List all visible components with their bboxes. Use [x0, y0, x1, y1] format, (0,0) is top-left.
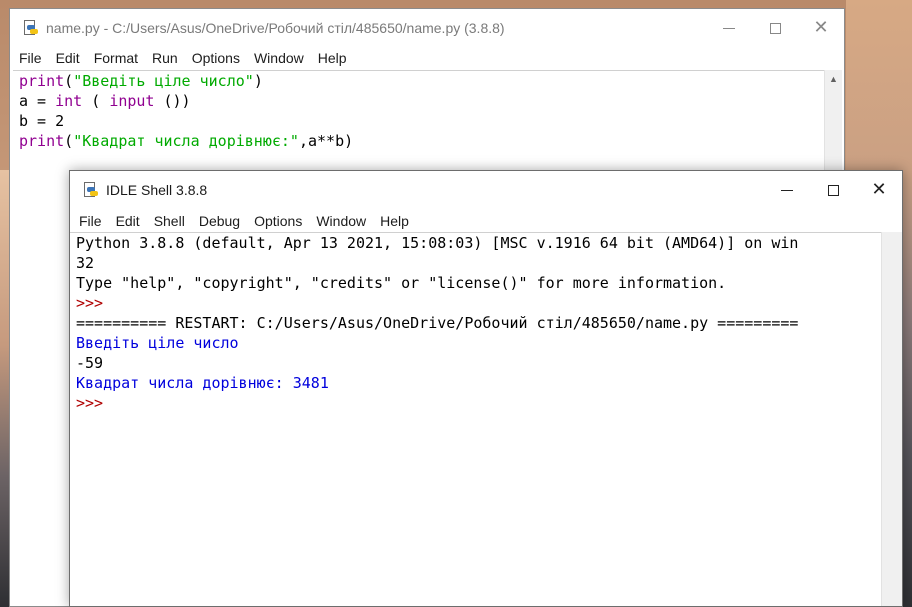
shell-menubar: File Edit Shell Debug Options Window Hel… [70, 210, 902, 232]
code-token: ) [253, 72, 263, 90]
close-icon: ✕ [813, 17, 829, 38]
editor-menu-edit[interactable]: Edit [48, 50, 86, 66]
python-file-icon [82, 182, 98, 198]
shell-line: -59 [76, 354, 104, 372]
shell-menu-file[interactable]: File [70, 213, 108, 229]
editor-menubar: File Edit Format Run Options Window Help [10, 47, 844, 69]
code-token: ( [64, 132, 74, 150]
code-line: b = 2 [13, 111, 824, 131]
shell-window: IDLE Shell 3.8.8 ✕ File Edit Shell Debug… [69, 170, 903, 607]
editor-titlebar[interactable]: name.py - C:/Users/Asus/OneDrive/Робочий… [10, 9, 844, 47]
scroll-up-arrow-icon[interactable]: ▲ [825, 70, 842, 87]
code-token: ,a**b) [298, 132, 354, 150]
code-token: input [109, 92, 155, 110]
minimize-icon [781, 189, 793, 191]
editor-minimize-button[interactable] [706, 9, 752, 47]
code-line: a = int ( input ()) [13, 91, 824, 111]
shell-menu-help[interactable]: Help [372, 213, 415, 229]
shell-line: 32 [76, 254, 95, 272]
editor-close-button[interactable]: ✕ [798, 9, 844, 47]
editor-menu-run[interactable]: Run [144, 50, 184, 66]
code-line: print("Введіть ціле число") [13, 71, 824, 91]
shell-titlebar[interactable]: IDLE Shell 3.8.8 ✕ [70, 171, 902, 209]
shell-title: IDLE Shell 3.8.8 [106, 182, 208, 198]
editor-menu-format[interactable]: Format [86, 50, 144, 66]
shell-line: Квадрат числа дорівнює: 3481 [76, 374, 329, 392]
editor-menu-window[interactable]: Window [246, 50, 310, 66]
shell-output-area[interactable]: Python 3.8.8 (default, Apr 13 2021, 15:0… [70, 232, 881, 606]
shell-menu-shell[interactable]: Shell [146, 213, 191, 229]
code-token: a = [19, 92, 56, 110]
shell-menu-edit[interactable]: Edit [108, 213, 146, 229]
editor-title: name.py - C:/Users/Asus/OneDrive/Робочий… [46, 20, 505, 36]
shell-close-button[interactable]: ✕ [856, 171, 902, 209]
code-token: "Квадрат числа дорівнює:" [73, 132, 299, 150]
code-token: print [19, 72, 65, 90]
code-token: ( [64, 72, 74, 90]
shell-line: Введіть ціле число [76, 334, 239, 352]
code-token: b = 2 [19, 112, 65, 130]
editor-menu-file[interactable]: File [10, 50, 48, 66]
shell-minimize-button[interactable] [764, 171, 810, 209]
shell-line: Python 3.8.8 (default, Apr 13 2021, 15:0… [76, 234, 799, 252]
code-token: print [19, 132, 65, 150]
code-token: ()) [154, 92, 191, 110]
maximize-icon [827, 184, 839, 196]
shell-menu-window[interactable]: Window [308, 213, 372, 229]
editor-menu-help[interactable]: Help [310, 50, 353, 66]
shell-menu-options[interactable]: Options [246, 213, 308, 229]
shell-line: ========== RESTART: C:/Users/Asus/OneDri… [76, 314, 799, 332]
shell-line: >>> [76, 294, 113, 312]
python-file-icon [22, 20, 38, 36]
code-token: "Введіть ціле число" [73, 72, 254, 90]
code-token: int [55, 92, 83, 110]
close-icon: ✕ [871, 179, 887, 200]
maximize-icon [769, 22, 781, 34]
shell-line: Type "help", "copyright", "credits" or "… [76, 274, 727, 292]
editor-maximize-button[interactable] [752, 9, 798, 47]
code-token: ( [82, 92, 110, 110]
code-line: print("Квадрат числа дорівнює:",a**b) [13, 131, 824, 151]
editor-menu-options[interactable]: Options [184, 50, 246, 66]
shell-line: >>> [76, 394, 113, 412]
shell-vertical-scrollbar[interactable] [881, 232, 902, 606]
shell-menu-debug[interactable]: Debug [191, 213, 246, 229]
shell-maximize-button[interactable] [810, 171, 856, 209]
minimize-icon [723, 27, 735, 29]
